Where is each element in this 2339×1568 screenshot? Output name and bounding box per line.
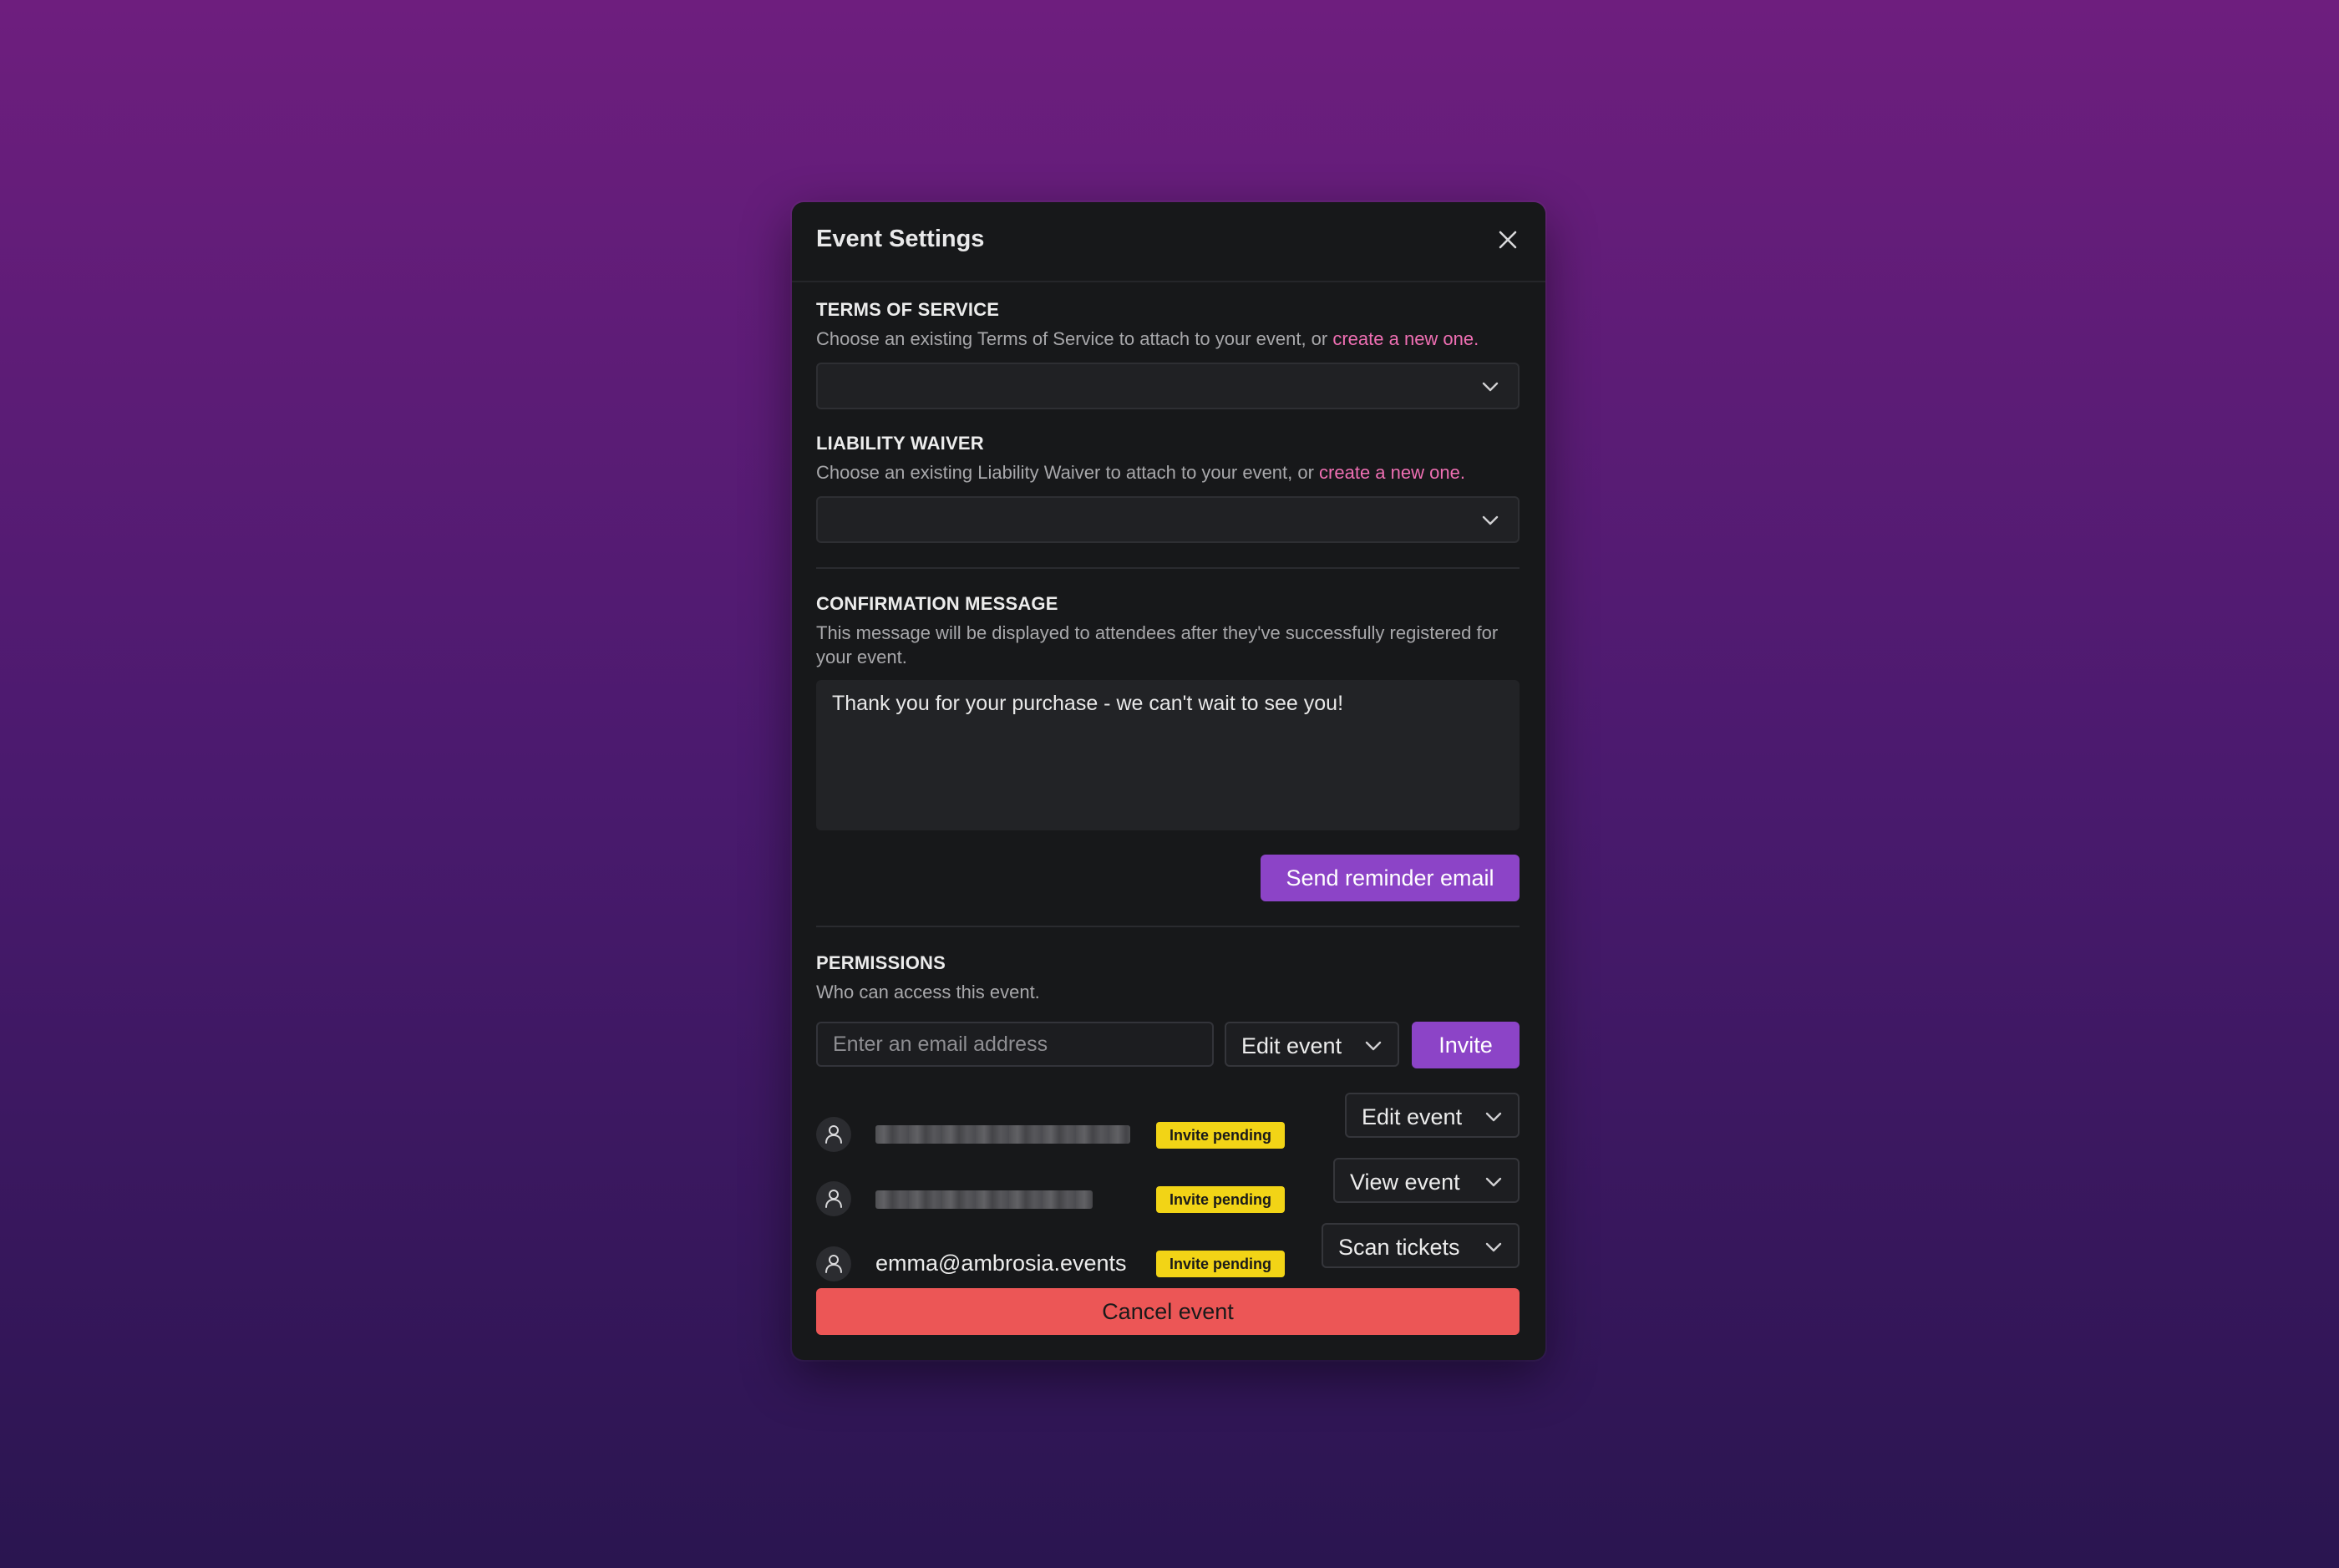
close-button[interactable] bbox=[1495, 227, 1520, 252]
waiver-description-text: Choose an existing Liability Waiver to a… bbox=[816, 462, 1320, 483]
user-icon bbox=[825, 1125, 842, 1144]
member-role-select[interactable]: Edit event bbox=[1345, 1093, 1520, 1138]
member-email: emma@ambrosia.events bbox=[875, 1251, 1127, 1276]
cancel-event-button[interactable]: Cancel event bbox=[816, 1288, 1520, 1335]
terms-create-link[interactable]: create a new one. bbox=[1332, 328, 1479, 349]
status-badge: Invite pending bbox=[1156, 1186, 1285, 1213]
section-divider bbox=[816, 926, 1520, 927]
send-reminder-button[interactable]: Send reminder email bbox=[1261, 855, 1520, 901]
event-settings-modal: Event Settings TERMS OF SERVICE Choose a… bbox=[792, 202, 1545, 1360]
confirmation-message-textarea[interactable]: Thank you for your purchase - we can't w… bbox=[816, 680, 1520, 830]
avatar bbox=[816, 1181, 851, 1216]
waiver-label: LIABILITY WAIVER bbox=[816, 433, 984, 454]
waiver-create-link[interactable]: create a new one. bbox=[1319, 462, 1465, 483]
chevron-down-icon bbox=[1485, 1242, 1502, 1252]
chevron-down-icon bbox=[1485, 1112, 1502, 1122]
role-select[interactable]: Edit event bbox=[1225, 1022, 1399, 1067]
member-role-select[interactable]: View event bbox=[1333, 1158, 1520, 1203]
terms-select[interactable] bbox=[816, 363, 1520, 409]
member-role-value: Scan tickets bbox=[1338, 1235, 1460, 1260]
avatar bbox=[816, 1246, 851, 1281]
permissions-description: Who can access this event. bbox=[816, 982, 1040, 1002]
member-role-value: Edit event bbox=[1362, 1104, 1463, 1129]
terms-label: TERMS OF SERVICE bbox=[816, 299, 1000, 320]
role-select-value: Edit event bbox=[1241, 1033, 1342, 1058]
terms-description: Choose an existing Terms of Service to a… bbox=[816, 327, 1520, 351]
avatar bbox=[816, 1117, 851, 1152]
chevron-down-icon bbox=[1482, 382, 1499, 392]
user-icon bbox=[825, 1255, 842, 1273]
close-icon bbox=[1499, 231, 1517, 249]
invite-button[interactable]: Invite bbox=[1412, 1022, 1520, 1068]
permissions-label: PERMISSIONS bbox=[816, 952, 946, 973]
confirmation-label: CONFIRMATION MESSAGE bbox=[816, 593, 1058, 614]
waiver-description: Choose an existing Liability Waiver to a… bbox=[816, 460, 1520, 485]
confirmation-description: This message will be displayed to attend… bbox=[816, 622, 1499, 667]
modal-title: Event Settings bbox=[816, 226, 985, 252]
email-input[interactable] bbox=[816, 1022, 1214, 1067]
modal-header: Event Settings bbox=[792, 202, 1545, 282]
chevron-down-icon bbox=[1485, 1177, 1502, 1187]
chevron-down-icon bbox=[1482, 515, 1499, 525]
redacted-email bbox=[875, 1125, 1130, 1144]
terms-description-text: Choose an existing Terms of Service to a… bbox=[816, 328, 1333, 349]
waiver-select[interactable] bbox=[816, 496, 1520, 543]
member-role-value: View event bbox=[1350, 1170, 1460, 1195]
section-divider bbox=[816, 567, 1520, 569]
member-role-select[interactable]: Scan tickets bbox=[1322, 1223, 1520, 1268]
user-icon bbox=[825, 1190, 842, 1208]
status-badge: Invite pending bbox=[1156, 1251, 1285, 1277]
redacted-email bbox=[875, 1190, 1093, 1209]
status-badge: Invite pending bbox=[1156, 1122, 1285, 1149]
chevron-down-icon bbox=[1365, 1041, 1382, 1051]
